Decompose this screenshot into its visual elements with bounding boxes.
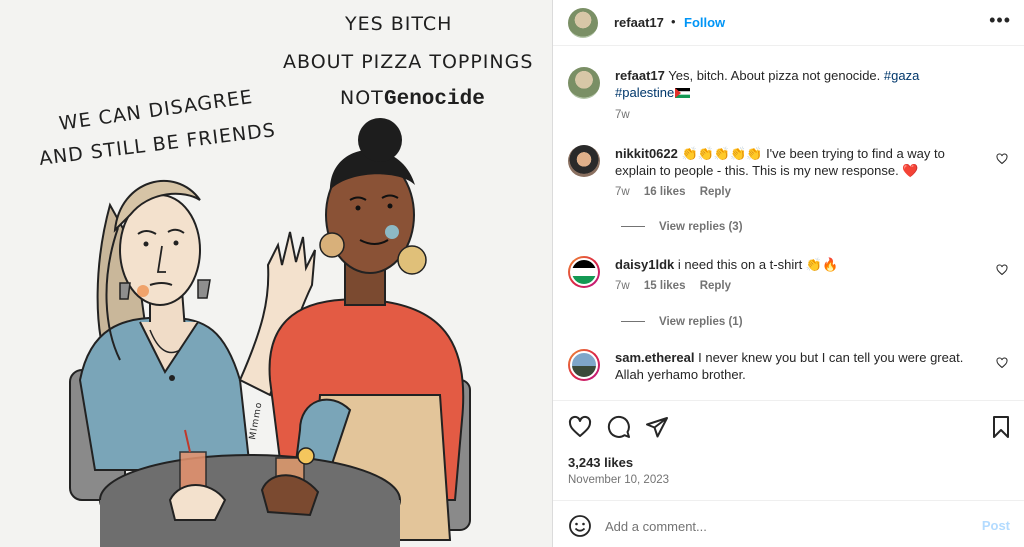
like-comment-heart-icon[interactable] xyxy=(996,264,1008,276)
post-date: November 10, 2023 xyxy=(568,474,670,486)
comment-meta: 7w 16 likes Reply xyxy=(615,186,742,198)
hashtag-palestine[interactable]: #palestine xyxy=(615,85,674,100)
emoji-smiley-icon[interactable] xyxy=(568,514,592,538)
post-caption: refaat17 Yes, bitch. About pizza not gen… xyxy=(568,67,1008,127)
comments-list[interactable]: refaat17 Yes, bitch. About pizza not gen… xyxy=(553,47,1024,399)
clap-fire-icon: 👏🔥 xyxy=(805,257,839,272)
separator-dot: • xyxy=(671,14,676,29)
red-heart-icon: ❤️ xyxy=(902,163,919,178)
comment-item: sam.ethereal I never knew you but I can … xyxy=(568,349,1008,399)
comment-like-count[interactable]: 16 likes xyxy=(644,186,686,198)
comment-text-block: daisy1ldk i need this on a t-shirt 👏🔥 xyxy=(615,256,985,273)
clapping-hands-icon: 👏👏👏👏👏 xyxy=(681,146,763,161)
caption-text-block: refaat17 Yes, bitch. About pizza not gen… xyxy=(615,67,985,101)
comment-time: 7w xyxy=(615,280,630,292)
reply-button[interactable]: Reply xyxy=(700,280,731,292)
likes-count[interactable]: 3,243 likes xyxy=(568,455,633,470)
caption-time: 7w xyxy=(615,109,630,121)
post-side-panel: refaat17 • Follow ••• refaat17 Yes, bitc… xyxy=(552,0,1024,547)
comment-text-block: nikkit0622 👏👏👏👏👏 I've been trying to fin… xyxy=(615,145,985,179)
caption-text: Yes, bitch. About pizza not genocide. xyxy=(668,68,881,83)
comment-username[interactable]: nikkit0622 xyxy=(615,146,678,161)
like-comment-heart-icon[interactable] xyxy=(996,357,1008,369)
add-comment-bar: Post xyxy=(553,500,1024,547)
replies-divider xyxy=(621,321,645,323)
hashtag-gaza[interactable]: #gaza xyxy=(884,68,919,83)
caption-meta: 7w xyxy=(615,109,641,121)
comment-avatar[interactable] xyxy=(568,145,600,177)
replies-divider xyxy=(621,226,645,228)
comment-username[interactable]: daisy1ldk xyxy=(615,257,674,272)
comment-meta: 7w 15 likes Reply xyxy=(615,280,742,292)
share-paper-plane-icon[interactable] xyxy=(645,415,669,439)
illustration: WE CAN DISAGREE AND STILL BE FRIENDS YES… xyxy=(38,13,533,547)
comment-text-block: sam.ethereal I never knew you but I can … xyxy=(615,349,985,383)
reply-button[interactable]: Reply xyxy=(700,186,731,198)
comment-text: i need this on a t-shirt xyxy=(677,257,803,272)
post-image[interactable]: WE CAN DISAGREE AND STILL BE FRIENDS YES… xyxy=(0,0,552,547)
comment-item: daisy1ldk i need this on a t-shirt 👏🔥 7w… xyxy=(568,256,1008,316)
comment-time: 7w xyxy=(615,186,630,198)
comment-avatar-story-ring[interactable] xyxy=(568,349,600,381)
post-comment-button[interactable]: Post xyxy=(982,518,1010,533)
view-replies-label: View replies (1) xyxy=(659,316,743,328)
more-options-icon[interactable]: ••• xyxy=(989,11,1011,29)
caption-right-line3-b: Genocide xyxy=(384,88,485,111)
like-heart-icon[interactable] xyxy=(568,415,592,439)
caption-right-line1: YES BITCH xyxy=(344,13,452,35)
comment-bubble-icon[interactable] xyxy=(607,415,631,439)
comment-input[interactable] xyxy=(605,514,965,538)
view-replies-button[interactable]: View replies (3) xyxy=(621,221,743,233)
palestine-flag-icon xyxy=(675,88,691,98)
author-avatar[interactable] xyxy=(568,8,598,38)
comment-username[interactable]: sam.ethereal xyxy=(615,350,695,365)
comment-like-count[interactable]: 15 likes xyxy=(644,280,686,292)
caption-right-line2: ABOUT PIZZA TOPPINGS xyxy=(283,51,533,73)
post-header: refaat17 • Follow ••• xyxy=(553,0,1024,46)
post-actions: 3,243 likes November 10, 2023 xyxy=(553,400,1024,499)
save-bookmark-icon[interactable] xyxy=(989,415,1013,439)
view-replies-button[interactable]: View replies (1) xyxy=(621,316,743,328)
follow-button[interactable]: Follow xyxy=(684,15,725,30)
view-replies-label: View replies (3) xyxy=(659,221,743,233)
artist-signature: Mlmmo xyxy=(248,401,265,440)
comment-avatar xyxy=(570,258,598,286)
caption-right-line3-a: NOT xyxy=(340,87,384,109)
caption-avatar[interactable] xyxy=(568,67,600,99)
author-username[interactable]: refaat17 xyxy=(614,15,664,30)
comment-avatar-story-ring[interactable] xyxy=(568,256,600,288)
like-comment-heart-icon[interactable] xyxy=(996,153,1008,165)
caption-username[interactable]: refaat17 xyxy=(615,68,665,83)
comment-avatar xyxy=(570,351,598,379)
